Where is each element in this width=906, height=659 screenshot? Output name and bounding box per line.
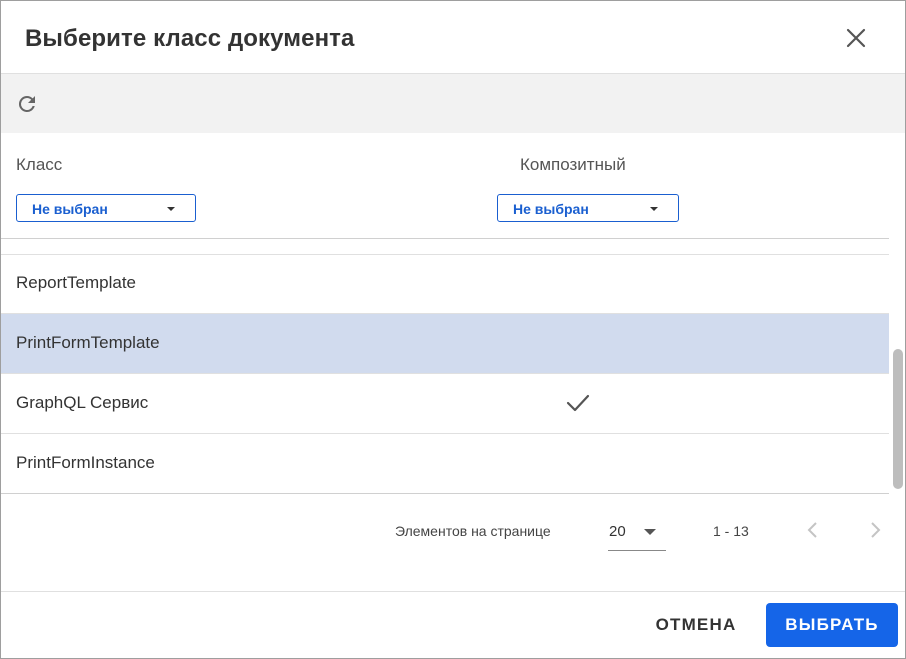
refresh-button[interactable] [13,90,41,118]
table-body: ReportTemplate PrintFormTemplate GraphQL… [1,239,889,494]
caret-down-icon [644,529,656,535]
column-header-class: Класс [16,155,63,174]
class-filter-select[interactable]: Не выбран [16,194,196,222]
refresh-icon [18,95,35,112]
class-filter-value: Не выбран [32,201,108,217]
select-button[interactable]: ВЫБРАТЬ [766,603,898,647]
cell-class-name: PrintFormInstance [16,453,155,472]
cancel-button[interactable]: ОТМЕНА [641,603,751,647]
chevron-left-icon [807,522,817,538]
composite-filter-value: Не выбран [513,201,589,217]
cell-class-name: ReportTemplate [16,273,137,292]
next-page-button[interactable] [859,514,891,546]
scrollbar-thumb[interactable] [893,349,903,489]
items-per-page-label: Элементов на странице [395,523,551,539]
table-row-partial[interactable] [1,239,889,255]
previous-page-button[interactable] [797,514,829,546]
table-row[interactable]: PrintFormInstance [1,434,889,493]
page-size-value: 20 [609,523,626,540]
dialog-header: Выберите класс документа [1,1,905,74]
dialog-title: Выберите класс документа [25,25,355,52]
caret-down-icon [650,207,658,211]
dialog-actions: ОТМЕНА ВЫБРАТЬ [1,592,905,658]
chevron-right-icon [871,522,881,538]
table-row-selected[interactable]: PrintFormTemplate [1,314,889,374]
close-icon [846,28,866,48]
cell-class-name: GraphQL Сервис [16,393,149,412]
page-range: 1 - 13 [713,523,749,539]
paginator: Элементов на странице 20 1 - 13 [1,494,905,592]
checkmark-icon [566,394,590,412]
cell-class-name: PrintFormTemplate [16,333,160,352]
table-row[interactable]: GraphQL Сервис [1,374,889,434]
select-document-class-dialog: Выберите класс документа Класс Не выбран… [0,0,906,659]
table-header-filters: Класс Не выбран Композитный Не выбран [1,133,889,239]
caret-down-icon [167,207,175,211]
close-button[interactable] [839,21,873,55]
toolbar [1,74,905,133]
page-size-select[interactable]: 20 [608,512,666,551]
composite-filter-select[interactable]: Не выбран [497,194,679,222]
scrollbar[interactable] [890,239,905,493]
column-header-composite: Композитный [520,155,626,174]
table-row[interactable]: ReportTemplate [1,254,889,314]
